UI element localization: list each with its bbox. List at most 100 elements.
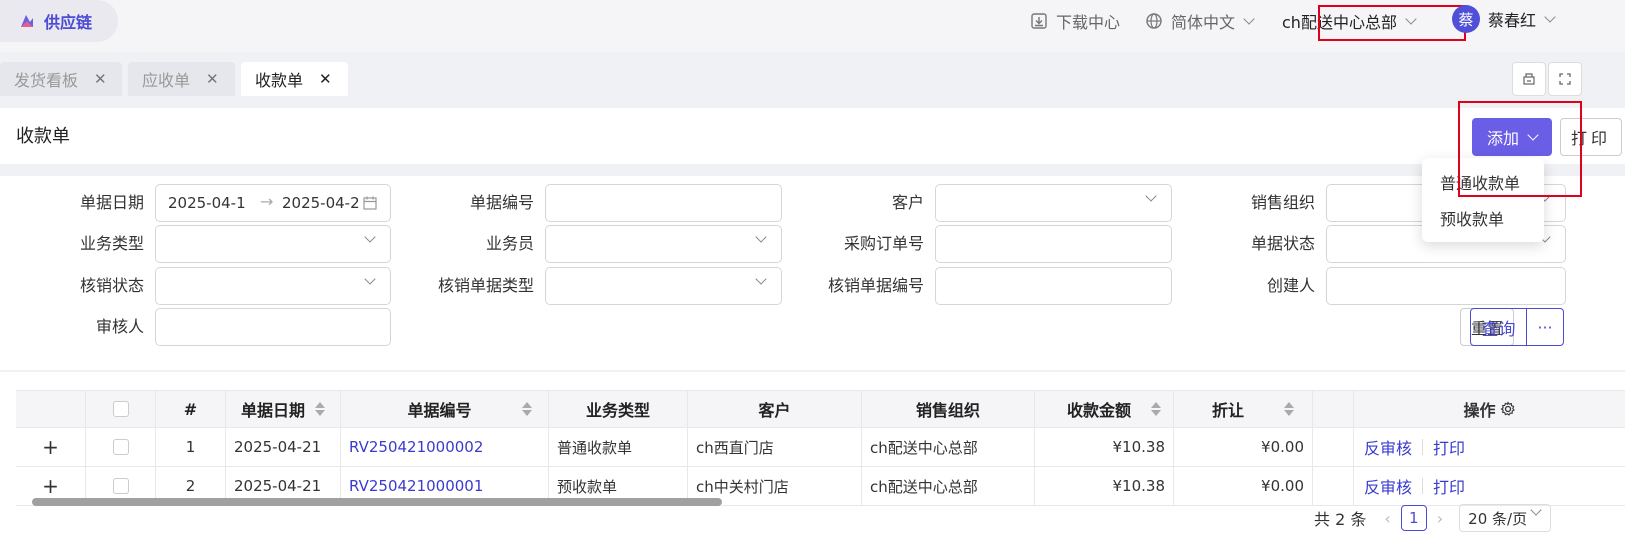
page-size-select[interactable]: 20 条/页 [1459, 504, 1552, 532]
chevron-down-icon [1243, 12, 1255, 25]
chevron-down-icon [364, 273, 376, 285]
download-icon [1031, 13, 1047, 29]
org-highlight-box [1318, 5, 1466, 41]
reviewer-input[interactable] [155, 308, 391, 346]
row-customer: ch西直门店 [688, 428, 862, 466]
col-header-doc-no[interactable]: 单据编号 [341, 391, 549, 427]
receipts-table: # 单据日期 单据编号 业务类型 客户 销售组织 收款金额 折让 操作 + 1 … [16, 390, 1625, 506]
col-label: 单据日期 [240, 401, 305, 420]
top-header: 供应链 下载中心 简体中文 ch配送中心总部 蔡 蔡春红 [0, 0, 1625, 52]
col-header-index: # [156, 391, 226, 427]
col-header-sales-org: 销售组织 [862, 391, 1035, 427]
user-name: 蔡春红 [1488, 11, 1537, 30]
creator-label: 创建人 [1266, 276, 1315, 295]
chevron-down-icon [1544, 10, 1556, 23]
calendar-icon [363, 196, 377, 210]
print-button[interactable]: 打印 [1560, 118, 1622, 156]
print-link[interactable]: 打印 [1433, 435, 1465, 459]
query-button[interactable]: 查询 [1470, 308, 1527, 346]
tab-delivery-board[interactable]: 发货看板 ✕ [0, 62, 122, 96]
sort-icon [1151, 402, 1161, 416]
writeoff-status-select[interactable] [155, 267, 391, 305]
add-dropdown-menu: 普通收款单 预收款单 [1422, 158, 1544, 242]
col-header-date[interactable]: 单据日期 [226, 391, 341, 427]
writeoff-doc-no-input[interactable] [935, 267, 1172, 305]
print-link[interactable]: 打印 [1433, 474, 1465, 498]
horizontal-scrollbar[interactable] [32, 498, 722, 506]
select-all-checkbox[interactable] [112, 401, 129, 417]
page-title: 收款单 [16, 126, 70, 147]
date-end: 2025-04-2 [282, 194, 360, 212]
language-label: 简体中文 [1171, 13, 1236, 32]
customer-label: 客户 [891, 193, 924, 212]
chevron-down-icon [1145, 190, 1157, 202]
sort-icon [315, 402, 325, 416]
add-button-label: 添加 [1486, 129, 1519, 148]
salesperson-select[interactable] [545, 225, 782, 263]
tab-bar: 发货看板 ✕ 应收单 ✕ 收款单 ✕ [0, 52, 1625, 104]
unreview-link[interactable]: 反审核 [1364, 474, 1412, 498]
doc-status-label: 单据状态 [1250, 234, 1315, 253]
row-sales-org: ch配送中心总部 [862, 428, 1035, 466]
po-no-input[interactable] [935, 225, 1172, 263]
language-selector[interactable]: 简体中文 [1145, 8, 1255, 34]
expand-row-icon[interactable]: + [16, 428, 86, 466]
row-doc-no-link[interactable]: RV250421000002 [341, 428, 549, 466]
row-actions: 反审核 打印 [1354, 428, 1625, 466]
doc-no-label: 单据编号 [469, 193, 534, 212]
col-header-amount[interactable]: 收款金额 [1035, 391, 1174, 427]
filter-panel: 单据日期 2025-04-1 → 2025-04-2 单据编号 客户 销售组织 … [0, 176, 1625, 370]
gear-icon[interactable] [1500, 401, 1516, 417]
unreview-link[interactable]: 反审核 [1364, 435, 1412, 459]
page-number[interactable]: 1 [1400, 505, 1427, 531]
menu-item-normal-receipt[interactable]: 普通收款单 [1440, 170, 1520, 194]
tab-receipts[interactable]: 收款单 ✕ [241, 62, 348, 96]
fullscreen-icon [1559, 73, 1571, 85]
chevron-down-icon [1527, 128, 1539, 141]
fullscreen-button[interactable] [1548, 62, 1582, 96]
divider [1422, 478, 1424, 494]
brand[interactable]: 供应链 [0, 0, 118, 42]
row-checkbox[interactable] [112, 478, 129, 494]
close-icon[interactable]: ✕ [206, 70, 219, 88]
col-header-actions: 操作 [1354, 391, 1625, 427]
row-index: 1 [156, 428, 226, 466]
download-center-label: 下载中心 [1056, 13, 1121, 32]
col-header-hidden [1313, 391, 1354, 427]
more-button[interactable]: ··· [1526, 308, 1564, 346]
download-center[interactable]: 下载中心 [1030, 8, 1120, 34]
menu-item-advance-receipt[interactable]: 预收款单 [1440, 206, 1504, 230]
date-start: 2025-04-1 [168, 194, 246, 212]
row-checkbox[interactable] [112, 439, 129, 455]
close-icon[interactable]: ✕ [319, 70, 332, 88]
col-header-discount[interactable]: 折让 [1174, 391, 1313, 427]
table-row[interactable]: + 1 2025-04-21 RV250421000002 普通收款单 ch西直… [16, 428, 1625, 467]
doc-date-range[interactable]: 2025-04-1 → 2025-04-2 [155, 184, 391, 222]
doc-no-input[interactable] [545, 184, 782, 222]
row-actions: 反审核 打印 [1354, 467, 1625, 505]
add-button[interactable]: 添加 [1472, 118, 1552, 156]
customer-select[interactable] [935, 184, 1172, 222]
biz-type-label: 业务类型 [79, 234, 144, 253]
select-all-cell [86, 391, 156, 427]
writeoff-doc-type-select[interactable] [545, 267, 782, 305]
prev-page-icon[interactable]: ‹ [1384, 509, 1390, 528]
biz-type-select[interactable] [155, 225, 391, 263]
close-icon[interactable]: ✕ [94, 70, 107, 88]
home-icon [1523, 73, 1535, 85]
page-size-label: 20 条/页 [1468, 509, 1528, 528]
row-sales-org: ch配送中心总部 [862, 467, 1035, 505]
tab-receivables[interactable]: 应收单 ✕ [128, 62, 235, 96]
pagination: 共 2 条 ‹ 1 › 20 条/页 [1314, 504, 1552, 532]
col-label: 折让 [1211, 401, 1244, 420]
row-discount: ¥0.00 [1174, 467, 1313, 505]
col-label: 操作 [1463, 401, 1496, 420]
writeoff-doc-no-label: 核销单据编号 [827, 276, 924, 295]
user-menu[interactable]: 蔡 蔡春红 [1452, 5, 1556, 33]
reviewer-label: 审核人 [95, 317, 144, 336]
tab-tool-button[interactable] [1512, 62, 1546, 96]
creator-input[interactable] [1326, 267, 1566, 305]
row-biz-type: 普通收款单 [549, 428, 688, 466]
avatar: 蔡 [1452, 5, 1480, 33]
next-page-icon[interactable]: › [1437, 509, 1443, 528]
